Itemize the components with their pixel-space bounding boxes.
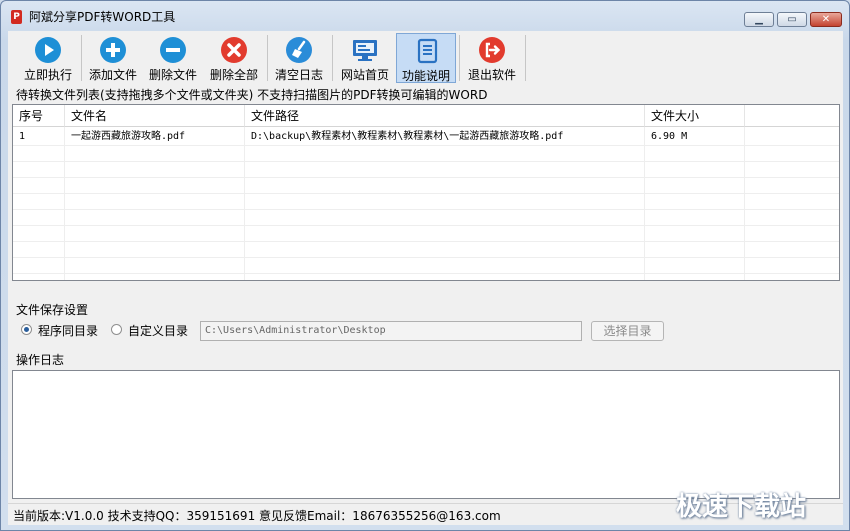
log-label: 操作日志 — [16, 353, 65, 367]
column-header-index[interactable]: 序号 — [13, 105, 65, 127]
file-list-hint: 待转换文件列表(支持拖拽多个文件或文件夹) 不支持扫描图片的PDF转换可编辑的W… — [16, 88, 488, 102]
grid-line — [13, 241, 839, 242]
grid-line — [13, 193, 839, 194]
cell-filepath: D:\backup\教程素材\教程素材\教程素材\一起游西藏旅游攻略.pdf — [251, 131, 564, 142]
toolbar-separator — [267, 35, 268, 81]
maximize-button[interactable]: ▭ — [777, 12, 807, 27]
cell-filename: 一起游西藏旅游攻略.pdf — [71, 131, 186, 142]
save-path-field[interactable]: C:\Users\Administrator\Desktop — [200, 321, 582, 341]
watermark: 极速下载站 — [676, 492, 807, 522]
add-file-label: 添加文件 — [88, 68, 137, 82]
add-file-button[interactable]: 添加文件 — [83, 33, 143, 83]
window-title: 阿斌分享PDF转WORD工具 — [29, 10, 176, 24]
grid-line — [13, 177, 839, 178]
minus-icon — [160, 37, 186, 63]
document-icon — [417, 38, 438, 64]
radio-same-directory[interactable] — [21, 324, 32, 335]
exit-button[interactable]: 退出软件 — [462, 33, 522, 83]
column-header-filename[interactable]: 文件名 — [65, 105, 245, 127]
run-now-button[interactable]: 立即执行 — [18, 33, 78, 83]
cell-filesize: 6.90 M — [651, 131, 688, 142]
client-area: 立即执行 添加文件 删除文件 删除全部 清空日志 网站首页 功能说明 退出软件 … — [8, 31, 843, 525]
log-textarea[interactable] — [12, 370, 840, 499]
grid-line — [13, 161, 839, 162]
feature-help-button[interactable]: 功能说明 — [396, 33, 456, 83]
grid-line — [13, 257, 839, 258]
grid-line — [13, 273, 839, 274]
clear-log-label: 清空日志 — [274, 68, 323, 82]
delete-all-label: 删除全部 — [209, 68, 258, 82]
exit-icon — [479, 37, 505, 63]
toolbar: 立即执行 添加文件 删除文件 删除全部 清空日志 网站首页 功能说明 退出软件 — [8, 31, 843, 85]
column-header-filepath[interactable]: 文件路径 — [245, 105, 645, 127]
cell-index: 1 — [19, 131, 26, 142]
run-now-label: 立即执行 — [23, 68, 72, 82]
website-home-button[interactable]: 网站首页 — [335, 33, 395, 83]
grid-line — [13, 225, 839, 226]
toolbar-separator — [81, 35, 82, 81]
radio-custom-directory[interactable] — [111, 324, 122, 335]
toolbar-separator — [332, 35, 333, 81]
monitor-icon — [353, 40, 377, 61]
title-bar[interactable]: P 阿斌分享PDF转WORD工具 ▁ ▭ ✕ — [1, 1, 849, 31]
plus-icon — [100, 37, 126, 63]
play-icon — [35, 37, 61, 63]
feature-help-label: 功能说明 — [401, 69, 450, 83]
delete-all-button[interactable]: 删除全部 — [204, 33, 264, 83]
minimize-button[interactable]: ▁ — [744, 12, 774, 27]
grid-line — [13, 209, 839, 210]
save-settings-label: 文件保存设置 — [16, 303, 89, 317]
radio-custom-directory-label[interactable]: 自定义目录 — [128, 322, 188, 339]
delete-file-button[interactable]: 删除文件 — [143, 33, 203, 83]
column-header-filler — [745, 105, 839, 127]
status-text: 当前版本:V1.0.0 技术支持QQ：359151691 意见反馈Email：1… — [13, 509, 501, 523]
exit-label: 退出软件 — [467, 68, 516, 82]
website-home-label: 网站首页 — [340, 68, 389, 82]
close-icon — [221, 37, 247, 63]
clear-log-button[interactable]: 清空日志 — [269, 33, 329, 83]
radio-same-directory-label[interactable]: 程序同目录 — [38, 322, 98, 339]
toolbar-separator — [525, 35, 526, 81]
close-button[interactable]: ✕ — [810, 12, 842, 27]
app-window: P 阿斌分享PDF转WORD工具 ▁ ▭ ✕ 立即执行 添加文件 删除文件 删除… — [0, 0, 850, 531]
file-list-table[interactable]: 序号 文件名 文件路径 文件大小 1 一起游西藏旅游攻略.pdf D:\back… — [12, 104, 840, 281]
grid-line — [13, 145, 839, 146]
broom-icon — [286, 37, 312, 63]
toolbar-separator — [459, 35, 460, 81]
pdf-app-icon: P — [11, 10, 22, 24]
choose-directory-button[interactable]: 选择目录 — [591, 321, 664, 341]
column-header-filesize[interactable]: 文件大小 — [645, 105, 745, 127]
delete-file-label: 删除文件 — [148, 68, 197, 82]
